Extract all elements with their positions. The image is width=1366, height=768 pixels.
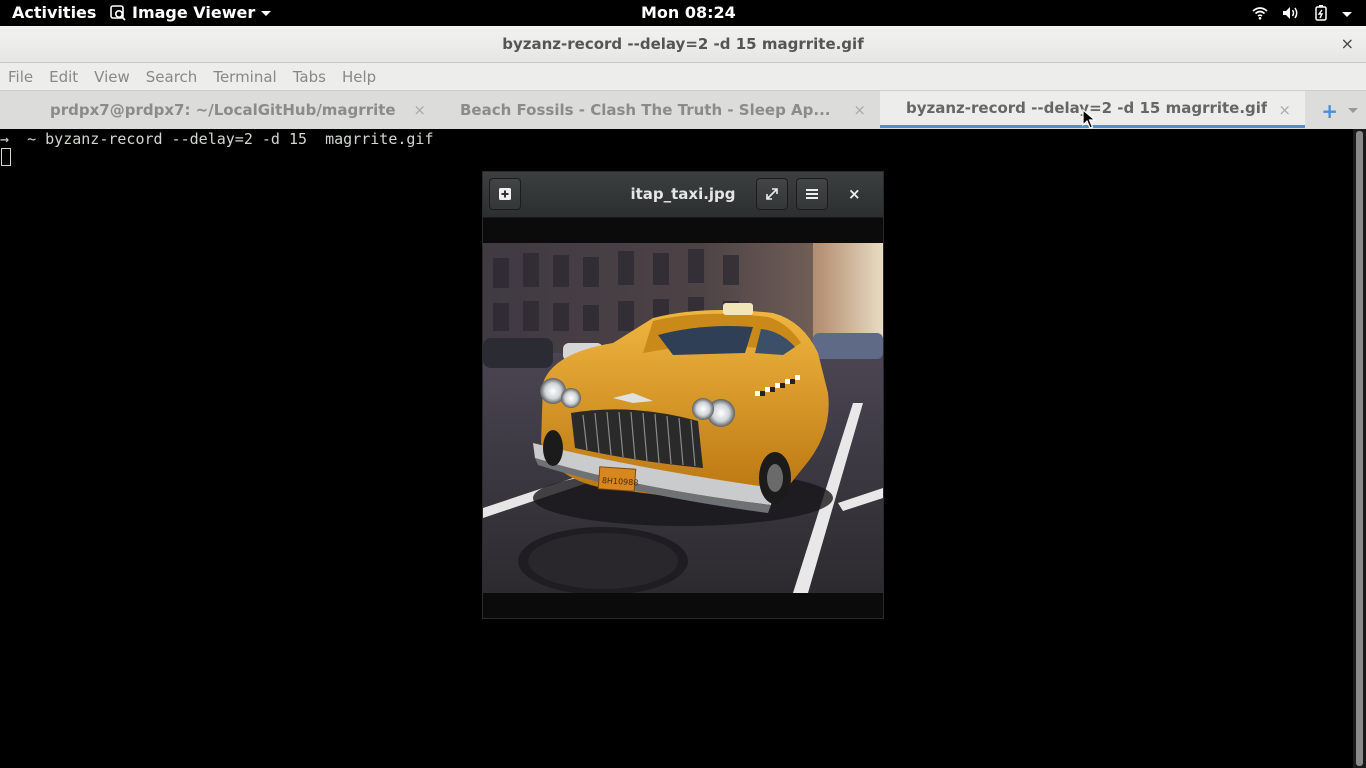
chevron-down-icon — [1342, 11, 1352, 17]
open-image-icon — [499, 188, 511, 200]
hamburger-menu-icon — [806, 189, 818, 199]
fullscreen-button[interactable] — [756, 178, 788, 210]
mouse-pointer-icon — [1082, 109, 1096, 129]
tab-label: Beach Fossils - Clash The Truth - Sleep … — [460, 100, 830, 119]
app-menu[interactable]: Image Viewer — [110, 3, 272, 22]
gnome-top-bar: Activities Image Viewer Mon 08:24 — [0, 0, 1366, 26]
image-viewer-icon — [110, 4, 126, 21]
menu-edit[interactable]: Edit — [41, 63, 86, 90]
window-title: byzanz-record --delay=2 -d 15 magrrite.g… — [502, 35, 864, 53]
window-titlebar[interactable]: byzanz-record --delay=2 -d 15 magrrite.g… — [0, 26, 1366, 63]
open-image-button[interactable] — [489, 178, 521, 210]
image-viewer-title: itap_taxi.jpg — [630, 185, 736, 203]
tab-close-icon[interactable]: × — [1278, 101, 1291, 119]
menu-file[interactable]: File — [0, 63, 41, 90]
activities-button[interactable]: Activities — [12, 3, 96, 22]
menu-tabs[interactable]: Tabs — [285, 63, 334, 90]
menu-view[interactable]: View — [86, 63, 138, 90]
window-close-button[interactable]: × — [1341, 34, 1354, 53]
scrollbar-thumb[interactable] — [1356, 131, 1363, 766]
tab-terminal-home[interactable]: prdpx7@prdpx7: ~/LocalGitHub/magrrite × — [0, 91, 440, 128]
menu-terminal[interactable]: Terminal — [205, 63, 284, 90]
clock[interactable]: Mon 08:24 — [641, 3, 736, 22]
terminal-cursor — [1, 148, 11, 166]
terminal-command-line: → ~ byzanz-record --delay=2 -d 15 magrri… — [0, 130, 434, 148]
tab-close-icon[interactable]: × — [413, 101, 426, 119]
tab-bar: prdpx7@prdpx7: ~/LocalGitHub/magrrite × … — [0, 90, 1366, 130]
close-icon[interactable]: × — [848, 185, 861, 203]
taxi-photo: 8H10988 — [483, 243, 883, 593]
system-tray[interactable] — [1252, 5, 1352, 21]
terminal-scrollbar[interactable] — [1353, 129, 1366, 768]
volume-icon — [1283, 7, 1298, 19]
tab-label: prdpx7@prdpx7: ~/LocalGitHub/magrrite — [50, 100, 396, 119]
menu-bar: File Edit View Search Terminal Tabs Help — [0, 63, 1366, 90]
new-tab-icon[interactable]: + — [1321, 99, 1338, 123]
menu-search[interactable]: Search — [138, 63, 206, 90]
battery-icon — [1315, 5, 1327, 21]
fullscreen-icon — [766, 188, 778, 200]
menu-button[interactable] — [796, 178, 828, 210]
tab-beach-fossils[interactable]: Beach Fossils - Clash The Truth - Sleep … — [440, 91, 880, 128]
image-viewer-header[interactable]: itap_taxi.jpg × — [483, 172, 883, 218]
image-viewer-window[interactable]: itap_taxi.jpg × 8H10988 — [482, 171, 884, 619]
chevron-down-icon — [261, 11, 272, 16]
tab-close-icon[interactable]: × — [853, 101, 866, 119]
tab-list-chevron-icon[interactable] — [1348, 108, 1358, 113]
wifi-icon — [1252, 7, 1268, 20]
app-menu-label: Image Viewer — [132, 3, 256, 22]
menu-help[interactable]: Help — [334, 63, 384, 90]
